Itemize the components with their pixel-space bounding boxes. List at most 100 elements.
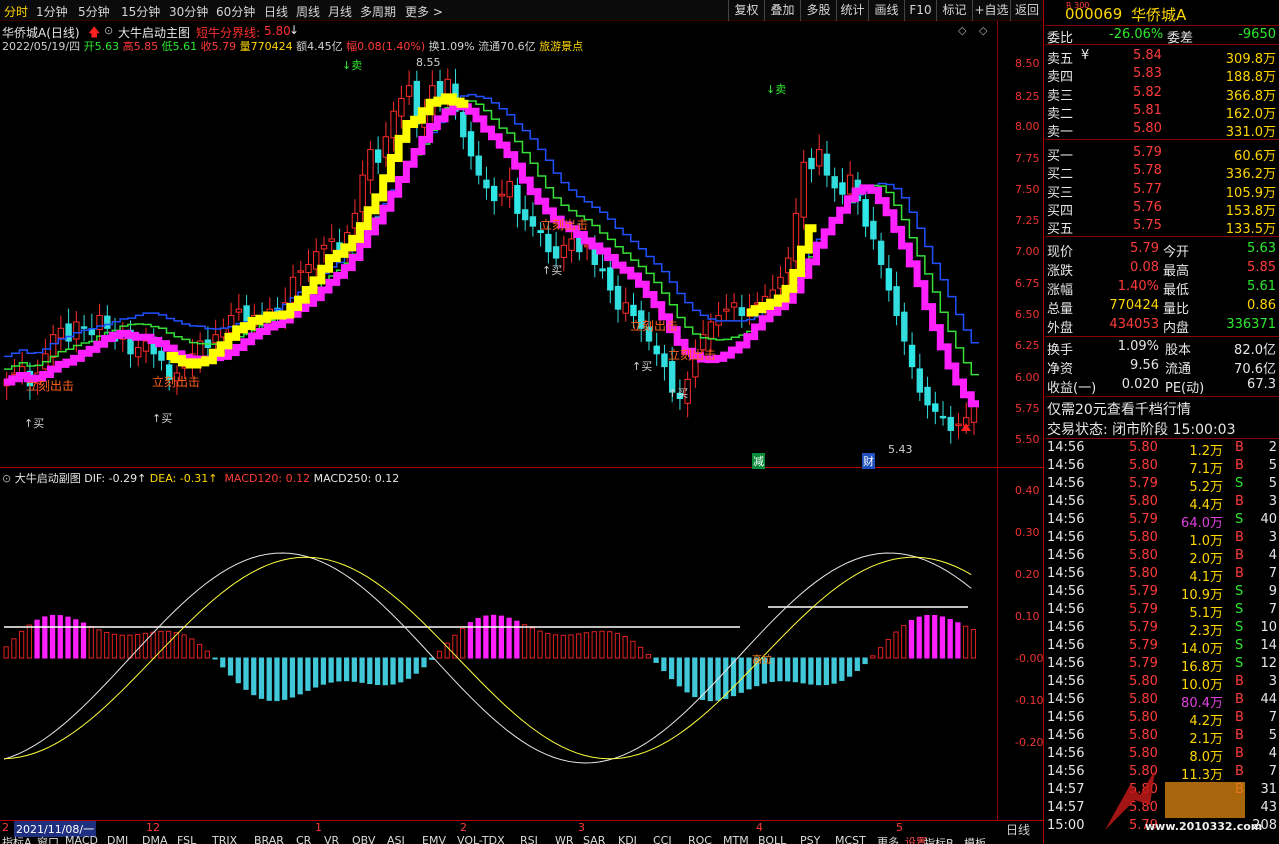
indicator-tab[interactable]: ASI — [387, 834, 405, 844]
stat-l1: 外盘 — [1047, 321, 1074, 336]
indicator-tab[interactable]: CR — [296, 834, 311, 844]
draw-button[interactable]: 画线 — [868, 0, 904, 21]
multi-stock-button[interactable]: 多股 — [800, 0, 836, 21]
indicator-tab[interactable]: WR — [555, 834, 574, 844]
stat-row: 涨幅 1.40% 最低 5.61 — [1045, 279, 1279, 298]
tick-d: S — [1235, 476, 1244, 491]
stat-l1: 总量 — [1047, 302, 1074, 317]
period-label[interactable]: 日线 — [1006, 821, 1030, 838]
tab-60min[interactable]: 60分钟 — [216, 3, 255, 20]
f10-button[interactable]: F10 — [904, 0, 936, 21]
indicator-tab[interactable]: EMV — [422, 834, 446, 844]
stats-button[interactable]: 统计 — [836, 0, 868, 21]
indicator-tab[interactable]: FSL — [177, 834, 196, 844]
stat-v2: 5.61 — [1247, 279, 1276, 294]
tab-monthly[interactable]: 月线 — [328, 3, 352, 20]
tab-more[interactable]: 更多 > — [405, 3, 443, 20]
macd-bar — [808, 657, 814, 685]
tick-d: S — [1235, 656, 1244, 671]
candle-body — [823, 153, 831, 176]
indicator-tab[interactable]: 窗口 — [37, 834, 59, 844]
tab-30min[interactable]: 30分钟 — [169, 3, 208, 20]
overlay-button[interactable]: 叠加 — [764, 0, 800, 21]
book-row[interactable]: 卖四 5.83 188.8万 — [1045, 66, 1279, 85]
indicator-tab[interactable]: VOL-TDX — [457, 834, 505, 844]
indicator-tab[interactable]: DMA — [142, 834, 168, 844]
indicator-tab[interactable]: VR — [324, 834, 339, 844]
template-tab[interactable]: 模板 — [964, 835, 986, 844]
stat-row: 换手 1.09% 股本 82.0亿 — [1045, 339, 1279, 358]
candlestick-chart[interactable] — [0, 21, 997, 466]
indicator-tab[interactable]: BOLL — [758, 834, 786, 844]
tick-p: 5.79 — [1129, 602, 1158, 617]
back-button[interactable]: 返回 — [1010, 0, 1043, 21]
macd-bar — [638, 646, 644, 659]
indicator-tab[interactable]: BRAR — [254, 834, 284, 844]
book-row[interactable]: 卖三 5.82 366.8万 — [1045, 85, 1279, 104]
indicator-tab[interactable]: MCST — [835, 834, 866, 844]
tick-n: 4 — [1268, 746, 1277, 761]
stat-v1: 0.020 — [1121, 377, 1159, 392]
tick-row: 14:56 5.80 8.0万 B 4 — [1045, 746, 1279, 765]
book-row[interactable]: 买一 5.79 60.6万 — [1045, 145, 1279, 164]
macd-bar — [320, 657, 327, 685]
tick-list[interactable]: 14:56 5.80 1.2万 B 2 14:56 5.80 7.1万 B 5 14:56 5.79 5… — [1045, 440, 1279, 844]
indicator-b-tab[interactable]: 指标B — [924, 835, 954, 844]
book-row[interactable]: 买四 5.76 153.8万 — [1045, 200, 1279, 219]
tab-15min[interactable]: 15分钟 — [121, 3, 160, 20]
indicator-tab[interactable]: RSI — [520, 834, 538, 844]
candle-body — [932, 403, 939, 412]
stat-v1: 434053 — [1109, 317, 1159, 332]
adjust-button[interactable]: 复权 — [728, 0, 764, 21]
macd-bar — [970, 629, 977, 659]
macd-bar — [398, 657, 404, 683]
tick-t: 14:56 — [1047, 530, 1085, 545]
event-finance-badge[interactable]: 财 — [862, 453, 875, 469]
book-volume: 162.0万 — [1225, 106, 1276, 122]
book-volume: 309.8万 — [1225, 52, 1276, 67]
tab-1min[interactable]: 1分钟 — [36, 3, 68, 20]
book-row[interactable]: 卖一 5.80 331.0万 — [1045, 121, 1279, 140]
tab-daily[interactable]: 日线 — [264, 3, 288, 20]
tick-d: B — [1235, 530, 1244, 545]
tick-v: 4.1万 — [1189, 570, 1223, 585]
tab-5min[interactable]: 5分钟 — [78, 3, 110, 20]
book-row[interactable]: 买二 5.78 336.2万 — [1045, 163, 1279, 182]
stat-v2: 82.0亿 — [1234, 343, 1276, 358]
indicator-tab[interactable]: MACD — [65, 834, 98, 844]
indicator-tab[interactable]: OBV — [352, 834, 375, 844]
mark-button[interactable]: 标记 — [936, 0, 972, 21]
stat-row: 净资 9.56 流通 70.6亿 — [1045, 358, 1279, 377]
candle-body — [893, 286, 900, 317]
indicator-tab[interactable]: TRIX — [212, 834, 237, 844]
tick-row: 14:56 5.80 80.4万 B 44 — [1045, 692, 1279, 711]
indicator-tab[interactable]: 更多 — [877, 834, 899, 844]
y-tick: 6.50 — [1015, 308, 1040, 321]
macd-chart[interactable] — [0, 470, 997, 820]
indicator-tab[interactable]: CCI — [653, 834, 672, 844]
candle-body — [630, 304, 637, 317]
macd-bar — [537, 630, 543, 659]
book-row[interactable]: 卖二 5.81 162.0万 — [1045, 103, 1279, 122]
indicator-tab[interactable]: DMI — [107, 834, 128, 844]
indicator-tab[interactable]: ROC — [688, 834, 712, 844]
event-reduce-badge[interactable]: 减 — [752, 453, 765, 469]
tab-weekly[interactable]: 周线 — [296, 3, 320, 20]
indicator-tab[interactable]: KDJ — [618, 834, 637, 844]
tick-row: 15:00 5.79 208 — [1045, 818, 1279, 836]
add-favorite-button[interactable]: +自选 — [972, 0, 1010, 21]
candle-body — [916, 368, 924, 393]
tab-intraday[interactable]: 分时 — [4, 3, 28, 20]
indicator-tab[interactable]: MTM — [723, 834, 749, 844]
book-row[interactable]: 卖五 ¥5.84 309.8万 — [1045, 48, 1279, 67]
tab-multi-period[interactable]: 多周期 — [360, 3, 396, 20]
indicator-tab[interactable]: SAR — [583, 834, 605, 844]
book-row[interactable]: 买五 5.75 133.5万 — [1045, 218, 1279, 237]
promo-link[interactable]: 仅需20元查看千档行情 — [1047, 399, 1191, 419]
tick-p: 5.80 — [1129, 458, 1158, 473]
tick-d: S — [1235, 638, 1244, 653]
book-row[interactable]: 买三 5.77 105.9万 — [1045, 182, 1279, 201]
candle-body — [390, 110, 397, 139]
indicator-tab[interactable]: 指标A — [2, 834, 32, 844]
indicator-tab[interactable]: PSY — [800, 834, 820, 844]
